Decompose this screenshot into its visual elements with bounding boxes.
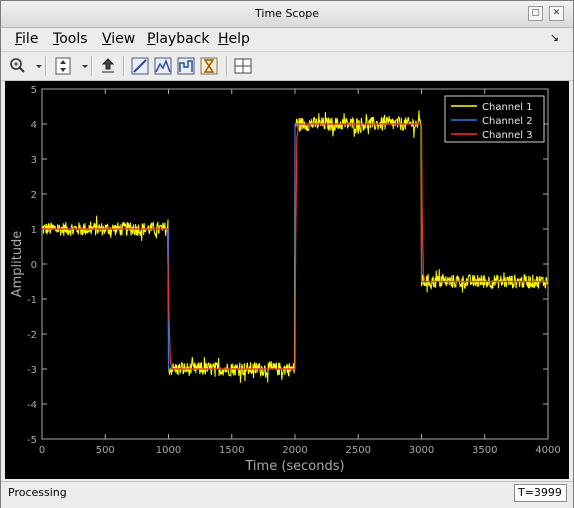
toolbar-separator xyxy=(123,56,125,76)
layout-icon[interactable] xyxy=(232,55,254,77)
toolbar-separator xyxy=(226,56,228,76)
legend-label-channel-2: Channel 2 xyxy=(482,116,533,127)
undock-arrow-icon[interactable]: ↘ xyxy=(550,31,559,44)
dropdown-arrow-icon[interactable] xyxy=(28,55,42,77)
y-tick-label: -4 xyxy=(27,400,37,411)
y-tick-label: -5 xyxy=(27,435,37,446)
x-tick-label: 3500 xyxy=(472,445,497,456)
x-axis-label: Time (seconds) xyxy=(244,459,344,474)
menu-tools[interactable]: Tools xyxy=(53,31,88,47)
menu-file[interactable]: File xyxy=(15,31,38,47)
zoom-icon[interactable] xyxy=(7,55,29,77)
export-icon[interactable] xyxy=(97,55,119,77)
peak-finder-icon[interactable] xyxy=(152,55,174,77)
x-tick-label: 2500 xyxy=(346,445,371,456)
bilevel-icon[interactable] xyxy=(198,55,220,77)
scope-display[interactable]: 0 500 1000 1500 2000 2500 3000 3500 4000 5 4 3 2 1 0 -1… xyxy=(5,81,569,479)
toolbar xyxy=(1,51,573,81)
toolbar-separator xyxy=(45,56,47,76)
dropdown-arrow-icon[interactable] xyxy=(74,55,88,77)
simulation-time: T=3999 xyxy=(514,484,567,502)
scale-axes-icon[interactable] xyxy=(52,55,74,77)
window-title: Time Scope xyxy=(255,7,319,20)
signal-stats-icon[interactable] xyxy=(175,55,197,77)
y-tick-label: 0 xyxy=(31,260,37,271)
status-bar: Processing T=3999 xyxy=(1,481,573,508)
y-tick-label: 5 xyxy=(31,85,37,96)
y-tick-label: 2 xyxy=(31,190,37,201)
menu-view[interactable]: View xyxy=(102,31,135,47)
close-icon[interactable]: ✕ xyxy=(549,6,564,21)
menu-help[interactable]: Help xyxy=(218,31,250,47)
x-tick-label: 3000 xyxy=(409,445,434,456)
x-tick-label: 1000 xyxy=(156,445,181,456)
status-text: Processing xyxy=(8,486,67,499)
y-tick-label: 1 xyxy=(31,225,37,236)
title-bar[interactable]: Time Scope ▢ ✕ xyxy=(1,1,573,28)
x-tick-label: 500 xyxy=(96,445,115,456)
menu-playback[interactable]: Playback xyxy=(147,31,209,47)
y-tick-label: -1 xyxy=(27,295,37,306)
cursor-measure-icon[interactable] xyxy=(129,55,151,77)
time-plot[interactable]: 0 500 1000 1500 2000 2500 3000 3500 4000 5 4 3 2 1 0 -1… xyxy=(5,81,569,479)
minimize-icon[interactable]: ▢ xyxy=(528,6,543,21)
x-tick-label: 0 xyxy=(39,445,45,456)
y-tick-label: 3 xyxy=(31,155,37,166)
legend-label-channel-3: Channel 3 xyxy=(482,130,533,141)
y-tick-label: 4 xyxy=(31,120,37,131)
y-axis-label: Amplitude xyxy=(10,231,25,298)
x-tick-label: 4000 xyxy=(535,445,560,456)
time-scope-window: Time Scope ▢ ✕ File Tools View Playback … xyxy=(0,0,574,508)
x-tick-label: 2000 xyxy=(282,445,307,456)
y-tick-label: -2 xyxy=(27,330,37,341)
menu-bar: File Tools View Playback Help ↘ xyxy=(1,28,573,50)
toolbar-separator xyxy=(91,56,93,76)
x-tick-label: 1500 xyxy=(219,445,244,456)
legend-label-channel-1: Channel 1 xyxy=(482,102,533,113)
y-tick-label: -3 xyxy=(27,365,37,376)
